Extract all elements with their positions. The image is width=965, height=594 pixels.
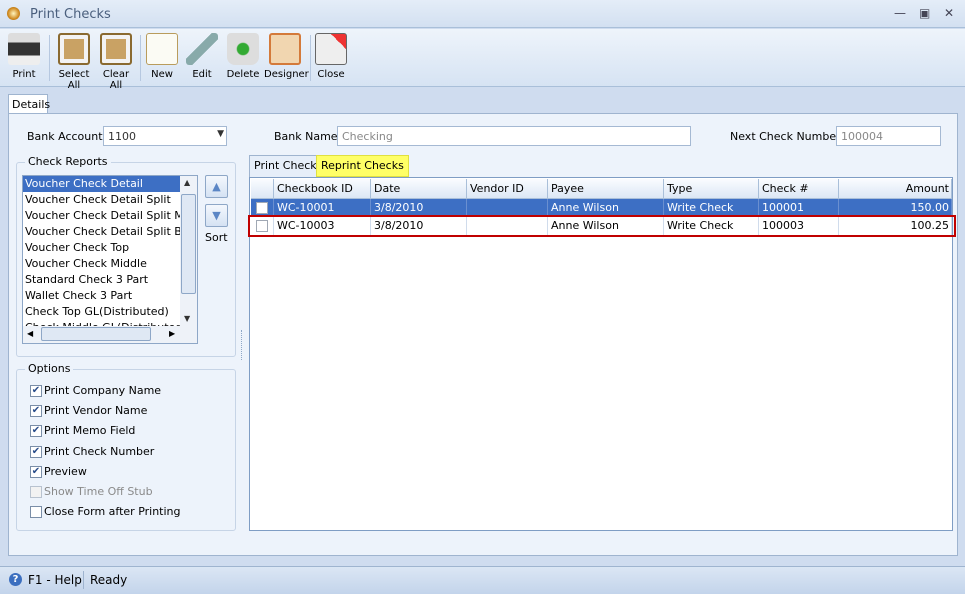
option-checkbox[interactable]: ✔ (30, 425, 42, 438)
sort-label: Sort (205, 231, 228, 244)
column-header[interactable]: Checkbook ID (274, 179, 371, 199)
clear-all-label: Clear All (102, 69, 130, 91)
delete-label: Delete (226, 69, 260, 80)
clipboard-check-icon (58, 33, 90, 65)
report-list-item[interactable]: Voucher Check Detail (23, 176, 180, 192)
option-label: Close Form after Printing (44, 505, 181, 519)
clipboard-eraser-icon (100, 33, 132, 65)
option-checkbox[interactable] (30, 506, 42, 519)
options-title: Options (25, 362, 74, 375)
designer-label: Designer (264, 69, 309, 80)
move-down-button[interactable]: ▼ (205, 204, 228, 227)
delete-button[interactable]: Delete (224, 31, 262, 85)
close-button[interactable]: Close (313, 31, 349, 85)
toolbar: Print Select All Clear All New Edit Dele… (0, 29, 965, 91)
status-bar: ? F1 - Help Ready (0, 566, 965, 594)
report-list-item[interactable]: Voucher Check Detail Split (23, 192, 180, 208)
option-label: Print Check Number (44, 444, 155, 458)
splitter-handle[interactable] (241, 330, 243, 360)
highlight-box (248, 215, 956, 237)
grid-header: Checkbook ID Date Vendor ID Payee Type Check … (251, 179, 952, 199)
wrench-icon (186, 33, 218, 65)
close-icon[interactable]: ✕ (944, 6, 954, 20)
report-list-item[interactable]: Check Top GL(Distributed) (23, 304, 180, 320)
column-header[interactable]: Check # (759, 179, 839, 199)
window-title: Print Checks (30, 7, 111, 22)
column-header[interactable]: Amount (839, 179, 952, 199)
bank-name-label: Bank Name (274, 130, 338, 143)
vertical-scrollbar[interactable]: ▲ ▼ (180, 176, 197, 326)
option-label: Print Company Name (44, 384, 162, 397)
edit-label: Edit (192, 69, 212, 80)
option-checkbox[interactable]: ✔ (30, 405, 42, 418)
status-text: Ready (90, 573, 128, 587)
designer-button[interactable]: Designer (264, 31, 309, 85)
column-header[interactable]: Date (371, 179, 467, 199)
option-checkbox[interactable] (30, 486, 42, 498)
option-checkbox[interactable]: ✔ (30, 445, 42, 458)
tab-details[interactable]: Details (8, 94, 50, 114)
close-window-icon (315, 33, 347, 65)
printer-icon (8, 33, 40, 65)
report-list-item[interactable]: Voucher Check Top (23, 240, 180, 256)
option-label: Print Vendor Name (44, 404, 148, 418)
next-check-number-field[interactable]: 100004 (836, 126, 941, 146)
column-header[interactable]: Type (664, 179, 759, 199)
check-reports-list[interactable]: Voucher Check Detail Voucher Check Detail… (22, 175, 198, 344)
move-up-button[interactable]: ▲ (205, 175, 228, 198)
next-check-number-label: Next Check Number (730, 130, 841, 143)
new-document-icon (146, 33, 178, 65)
bank-account-label: Bank Account (27, 130, 103, 143)
select-all-button[interactable]: Select All (52, 31, 96, 91)
option-checkbox[interactable]: ✔ (30, 385, 42, 397)
report-list-item[interactable]: Voucher Check Detail Split Middle (23, 208, 180, 224)
designer-icon (269, 33, 301, 65)
app-icon (7, 7, 20, 20)
triangle-down-icon: ▼ (212, 209, 221, 222)
report-list-item[interactable]: Standard Check 3 Part (23, 272, 180, 288)
option-label: Show Time Off Stub (44, 485, 153, 498)
bank-name-field[interactable]: Checking (337, 126, 691, 146)
help-icon: ? (9, 573, 22, 586)
bank-account-combo[interactable]: 1100 ▼ (103, 126, 227, 146)
chevron-down-icon[interactable]: ▼ (217, 129, 224, 139)
select-all-label: Select All (58, 69, 90, 91)
column-header[interactable]: Payee (548, 179, 664, 199)
print-button[interactable]: Print (4, 31, 44, 85)
select-column-header (251, 179, 274, 199)
minimize-icon[interactable]: — (894, 6, 906, 20)
print-label: Print (12, 69, 36, 80)
option-label: Preview (44, 464, 87, 478)
clear-all-button[interactable]: Clear All (97, 31, 135, 91)
title-bar: Print Checks — ▣ ✕ (0, 0, 965, 28)
report-list-item[interactable]: Wallet Check 3 Part (23, 288, 180, 304)
new-label: New (151, 69, 173, 80)
bank-account-value: 1100 (108, 130, 136, 143)
close-label: Close (317, 69, 345, 80)
tab-reprint-checks[interactable]: Reprint Checks (316, 155, 409, 177)
row-checkbox[interactable] (256, 202, 268, 214)
maximize-icon[interactable]: ▣ (919, 6, 930, 20)
recycle-bin-icon (227, 33, 259, 65)
column-header[interactable]: Vendor ID (467, 179, 548, 199)
report-list-item[interactable]: Voucher Check Middle (23, 256, 180, 272)
check-reports-title: Check Reports (25, 155, 111, 168)
new-button[interactable]: New (144, 31, 180, 85)
horizontal-scrollbar[interactable]: ◀ ▶ (23, 326, 197, 343)
triangle-up-icon: ▲ (212, 180, 221, 193)
help-text[interactable]: F1 - Help (28, 573, 82, 587)
report-list-item[interactable]: Voucher Check Detail Split Bottom (23, 224, 180, 240)
option-label: Print Memo Field (44, 424, 136, 438)
edit-button[interactable]: Edit (184, 31, 220, 85)
option-checkbox[interactable]: ✔ (30, 465, 42, 478)
